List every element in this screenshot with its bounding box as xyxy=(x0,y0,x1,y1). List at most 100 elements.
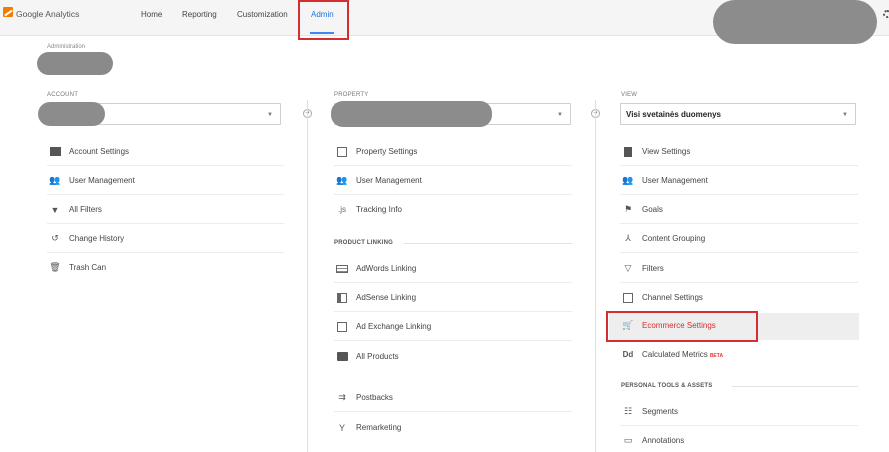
property-label: PROPERTY xyxy=(334,92,369,98)
building-icon xyxy=(49,146,61,157)
property-user-management-label: User Management xyxy=(356,176,422,185)
all-products-item[interactable]: All Products xyxy=(334,342,572,371)
ad-exchange-linking-item[interactable]: Ad Exchange Linking xyxy=(334,312,572,341)
property-user-management-item[interactable]: 👥 User Management xyxy=(334,166,572,195)
history-icon: ↺ xyxy=(51,233,59,243)
analytics-logo-icon xyxy=(3,7,13,17)
all-products-label: All Products xyxy=(356,352,399,361)
chevron-down-icon: ▼ xyxy=(267,112,273,118)
ecommerce-settings-annotation-box xyxy=(606,311,758,342)
users-icon: 👥 xyxy=(622,175,634,185)
nav-home[interactable]: Home xyxy=(141,10,162,19)
ad-exchange-linking-label: Ad Exchange Linking xyxy=(356,322,432,331)
ad-exchange-icon xyxy=(336,321,348,332)
trash-can-item[interactable]: 🗑 Trash Can xyxy=(47,253,284,282)
view-user-management-item[interactable]: 👥 User Management xyxy=(620,166,858,195)
property-settings-label: Property Settings xyxy=(356,147,418,156)
all-filters-label: All Filters xyxy=(69,205,102,214)
annotations-label: Annotations xyxy=(642,436,685,445)
channel-settings-item[interactable]: Channel Settings xyxy=(620,283,858,312)
person-walk-icon: ⅄ xyxy=(625,233,631,243)
postbacks-label: Postbacks xyxy=(356,393,393,402)
remarketing-label: Remarketing xyxy=(356,423,402,432)
nav-reporting[interactable]: Reporting xyxy=(182,10,217,19)
filter-icon: ▽ xyxy=(624,263,632,273)
view-label: VIEW xyxy=(621,92,638,98)
redacted-account-value xyxy=(38,102,105,126)
remarketing-item[interactable]: Y Remarketing xyxy=(334,413,572,442)
view-dropdown[interactable]: Visi svetainės duomenys ▼ xyxy=(620,103,856,125)
all-filters-item[interactable]: ▼ All Filters xyxy=(47,195,284,224)
document-icon xyxy=(622,146,634,157)
gear-icon[interactable] xyxy=(883,10,889,18)
account-settings-label: Account Settings xyxy=(69,147,130,156)
adwords-linking-label: AdWords Linking xyxy=(356,264,417,273)
nav-customization[interactable]: Customization xyxy=(237,10,288,19)
calculated-metrics-item[interactable]: Dd Calculated Metrics BETA xyxy=(620,340,858,369)
channel-settings-icon xyxy=(622,292,634,303)
users-icon: 👥 xyxy=(336,175,348,185)
adsense-linking-label: AdSense Linking xyxy=(356,293,417,302)
redacted-property-value xyxy=(331,101,492,127)
products-icon xyxy=(336,351,348,362)
adsense-linking-item[interactable]: AdSense Linking xyxy=(334,283,572,312)
column-divider xyxy=(307,100,308,452)
account-user-management-label: User Management xyxy=(69,176,135,185)
nav-admin-label: Admin xyxy=(311,10,334,19)
comment-icon: ▭ xyxy=(623,435,633,445)
annotations-item[interactable]: ▭ Annotations xyxy=(620,426,858,452)
account-user-management-item[interactable]: 👥 User Management xyxy=(47,166,284,195)
flag-icon: ⚑ xyxy=(623,204,633,214)
personal-tools-header: PERSONAL TOOLS & ASSETS xyxy=(621,383,713,389)
chevron-down-icon: ▼ xyxy=(842,112,848,118)
segments-label: Segments xyxy=(642,407,679,416)
view-user-management-label: User Management xyxy=(642,176,708,185)
postbacks-item[interactable]: ⇉ Postbacks xyxy=(334,383,572,412)
section-divider xyxy=(732,386,858,387)
segments-icon: ☷ xyxy=(623,406,633,416)
filter-icon: ▼ xyxy=(50,204,60,215)
js-icon: .js xyxy=(338,205,346,214)
view-filters-item[interactable]: ▽ Filters xyxy=(620,254,858,283)
change-history-label: Change History xyxy=(69,234,125,243)
beta-badge: BETA xyxy=(709,353,724,359)
calculated-metrics-label: Calculated Metrics BETA xyxy=(642,350,724,359)
section-divider xyxy=(404,243,572,244)
channel-settings-label: Channel Settings xyxy=(642,293,703,302)
product-linking-header: PRODUCT LINKING xyxy=(334,240,393,246)
content-grouping-item[interactable]: ⅄ Content Grouping xyxy=(620,224,858,253)
property-settings-item[interactable]: Property Settings xyxy=(334,137,572,166)
view-selected: Visi svetainės duomenys xyxy=(626,110,722,119)
tracking-info-label: Tracking Info xyxy=(356,205,402,214)
segments-item[interactable]: ☷ Segments xyxy=(620,397,858,426)
adwords-icon xyxy=(336,263,348,274)
remarketing-icon: Y xyxy=(338,422,345,433)
brand-name: Google Analytics xyxy=(16,9,80,19)
view-filters-label: Filters xyxy=(642,264,664,273)
top-bar: Google Analytics Home Reporting Customiz… xyxy=(0,0,889,44)
account-label: ACCOUNT xyxy=(47,92,79,98)
goals-item[interactable]: ⚑ Goals xyxy=(620,195,858,224)
goals-label: Goals xyxy=(642,205,663,214)
tracking-info-item[interactable]: .js Tracking Info xyxy=(334,195,572,224)
content-grouping-label: Content Grouping xyxy=(642,234,706,243)
trash-icon: 🗑 xyxy=(49,262,61,272)
nav-admin[interactable]: Admin xyxy=(298,0,349,40)
trash-can-label: Trash Can xyxy=(69,263,107,272)
active-tab-underline xyxy=(310,32,334,34)
adsense-icon xyxy=(336,292,348,303)
account-settings-item[interactable]: Account Settings xyxy=(47,137,284,166)
redacted-account-avatar[interactable] xyxy=(713,0,877,44)
change-history-item[interactable]: ↺ Change History xyxy=(47,224,284,253)
calculated-metrics-icon: Dd xyxy=(622,350,634,359)
postbacks-icon: ⇉ xyxy=(338,392,346,402)
adwords-linking-item[interactable]: AdWords Linking xyxy=(334,254,572,283)
redacted-account-name xyxy=(37,52,113,75)
view-settings-item[interactable]: View Settings xyxy=(620,137,858,166)
property-settings-icon xyxy=(336,146,348,157)
view-settings-label: View Settings xyxy=(642,147,691,156)
administration-label: Administration xyxy=(47,44,86,50)
chevron-down-icon: ▼ xyxy=(557,112,563,118)
column-divider xyxy=(595,100,596,452)
users-icon: 👥 xyxy=(49,175,61,185)
